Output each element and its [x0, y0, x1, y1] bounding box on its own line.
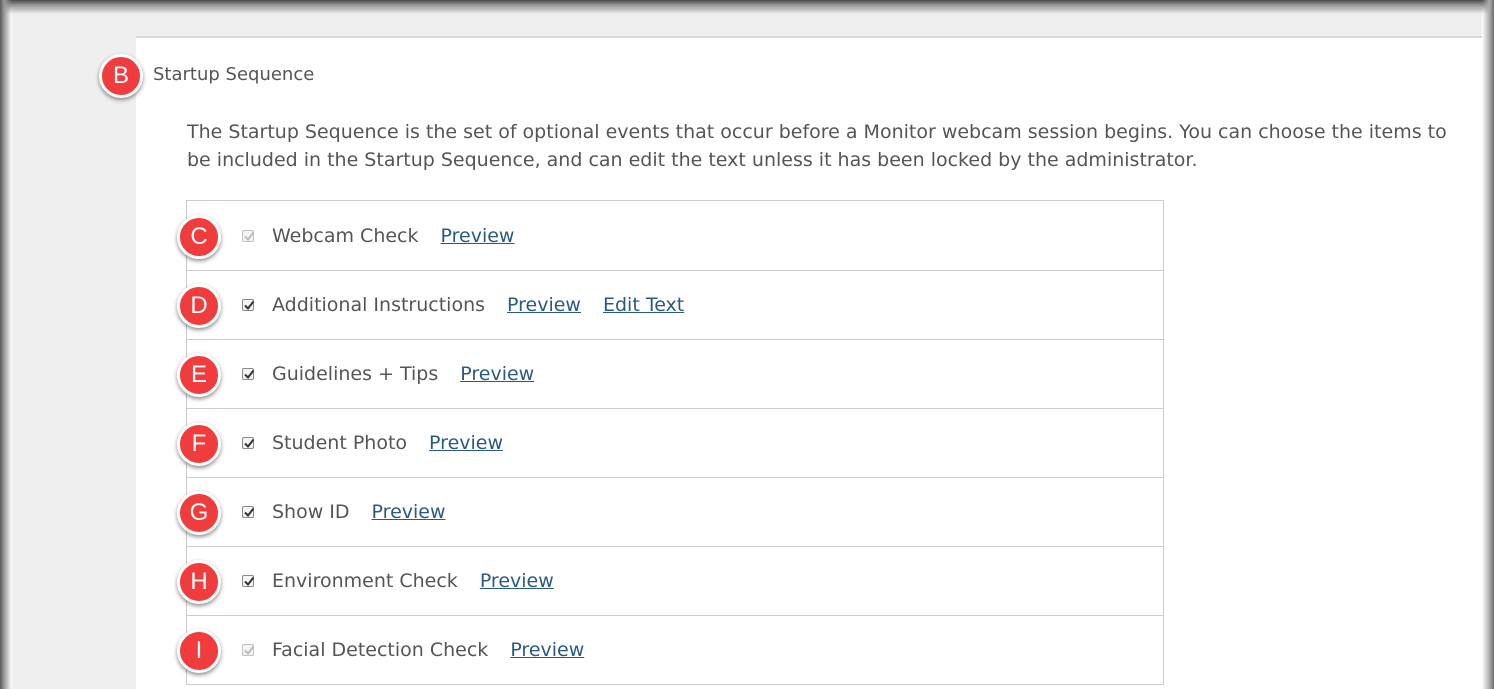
window-top-shadow: [0, 0, 1494, 14]
sequence-row-show-id: Show ID Preview: [187, 477, 1163, 546]
startup-sequence-list: Webcam Check Preview Additional Instruct…: [186, 200, 1164, 685]
guidelines-tips-checkbox[interactable]: [242, 368, 255, 380]
sequence-row-facial-detection-check: Facial Detection Check Preview: [187, 615, 1163, 684]
sequence-item-label: Webcam Check: [272, 224, 419, 247]
window-right-shadow: [1482, 0, 1494, 689]
guidelines-tips-preview-link[interactable]: Preview: [460, 363, 534, 385]
callout-badge-b: B: [99, 54, 143, 98]
screenshot-frame: B Startup Sequence The Startup Sequence …: [0, 0, 1494, 689]
student-photo-checkbox[interactable]: [242, 437, 255, 449]
sequence-item-label: Show ID: [272, 501, 350, 523]
sequence-item-label: Guidelines + Tips: [272, 363, 439, 385]
additional-instructions-checkbox[interactable]: [242, 299, 255, 311]
callout-badge-c: C: [177, 215, 221, 259]
sequence-row-additional-instructions: Additional Instructions Preview Edit Tex…: [187, 270, 1163, 339]
show-id-preview-link[interactable]: Preview: [372, 501, 446, 523]
checkmark-icon: [244, 300, 255, 311]
callout-badge-i: I: [177, 629, 221, 673]
sequence-row-webcam-check: Webcam Check Preview: [187, 201, 1163, 270]
sequence-item-label: Student Photo: [272, 432, 408, 454]
facial-detection-check-checkbox[interactable]: [242, 644, 255, 656]
sequence-item-label: Environment Check: [272, 570, 458, 592]
section-description: The Startup Sequence is the set of optio…: [187, 121, 1447, 171]
sequence-item-label: Facial Detection Check: [272, 639, 489, 661]
callout-badge-h: H: [177, 560, 221, 604]
checkmark-icon: [244, 438, 255, 449]
webcam-check-preview-link[interactable]: Preview: [441, 225, 515, 247]
student-photo-preview-link[interactable]: Preview: [429, 432, 503, 454]
additional-instructions-preview-link[interactable]: Preview: [507, 294, 581, 316]
checkmark-icon: [244, 576, 255, 587]
window-left-shadow: [0, 0, 12, 689]
sequence-row-guidelines-tips: Guidelines + Tips Preview: [187, 339, 1163, 408]
callout-badge-g: G: [177, 491, 221, 535]
section-title: Startup Sequence: [153, 64, 315, 85]
sequence-row-student-photo: Student Photo Preview: [187, 408, 1163, 477]
facial-detection-check-preview-link[interactable]: Preview: [510, 639, 584, 661]
environment-check-preview-link[interactable]: Preview: [480, 570, 554, 592]
sequence-item-label: Additional Instructions: [272, 294, 486, 316]
callout-badge-d: D: [177, 284, 221, 328]
checkmark-icon: [244, 645, 255, 656]
sequence-row-environment-check: Environment Check Preview: [187, 546, 1163, 615]
environment-check-checkbox[interactable]: [242, 575, 255, 587]
callout-badge-f: F: [177, 422, 221, 466]
additional-instructions-edit-text-link[interactable]: Edit Text: [603, 294, 684, 316]
checkmark-icon: [244, 231, 255, 241]
webcam-check-checkbox[interactable]: [242, 229, 255, 242]
callout-badge-e: E: [177, 353, 221, 397]
show-id-checkbox[interactable]: [242, 506, 255, 518]
checkmark-icon: [244, 507, 255, 518]
checkmark-icon: [244, 369, 255, 380]
left-sidebar: [12, 8, 136, 689]
